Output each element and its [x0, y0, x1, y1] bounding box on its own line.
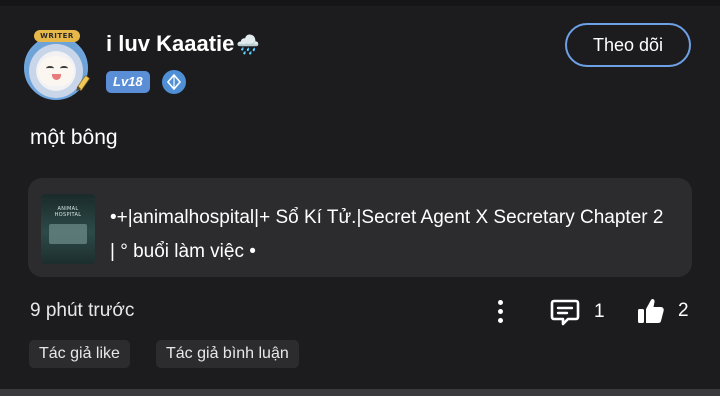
pen-icon	[76, 75, 90, 91]
story-cover-text: ANIMAL HOSPITAL	[54, 206, 82, 218]
avatar-face	[38, 56, 74, 86]
like-button[interactable]: 2	[636, 294, 689, 328]
avatar-eye-right	[60, 66, 68, 71]
story-title: •+|animalhospital|+ Sổ Kí Tử.|Secret Age…	[110, 207, 664, 262]
linked-story-card[interactable]: ANIMAL HOSPITAL •+|animalhospital|+ Sổ K…	[28, 178, 692, 277]
more-dot	[497, 308, 503, 314]
more-dot	[497, 317, 503, 323]
avatar-eye-left	[46, 66, 54, 71]
level-badge: Lv18	[106, 71, 150, 93]
follow-button[interactable]: Theo dõi	[565, 23, 691, 67]
author-name-text: i luv Kaaatie	[106, 31, 235, 56]
author-name[interactable]: i luv Kaaatie 🌧️	[106, 31, 260, 57]
writer-badge: WRITER	[34, 30, 80, 42]
top-divider	[0, 0, 720, 6]
more-options-button[interactable]	[488, 296, 512, 326]
comment-count: 1	[594, 301, 605, 322]
post-text: một bông	[30, 126, 118, 149]
author-avatar[interactable]: WRITER	[22, 30, 96, 100]
rain-cloud-icon: 🌧️	[236, 35, 261, 56]
cover-art	[49, 224, 87, 244]
author-commented-tag: Tác giả bình luận	[156, 340, 299, 368]
comment-icon	[550, 299, 580, 326]
diamond-icon	[162, 70, 186, 94]
author-liked-tag: Tác giả like	[29, 340, 130, 368]
more-dot	[497, 299, 503, 305]
story-cover: ANIMAL HOSPITAL	[41, 194, 95, 264]
thumbs-up-icon	[638, 298, 664, 323]
comment-button[interactable]: 1	[550, 296, 605, 328]
like-count: 2	[678, 300, 689, 321]
bottom-divider	[0, 389, 720, 396]
post-timestamp: 9 phút trước	[30, 300, 135, 321]
